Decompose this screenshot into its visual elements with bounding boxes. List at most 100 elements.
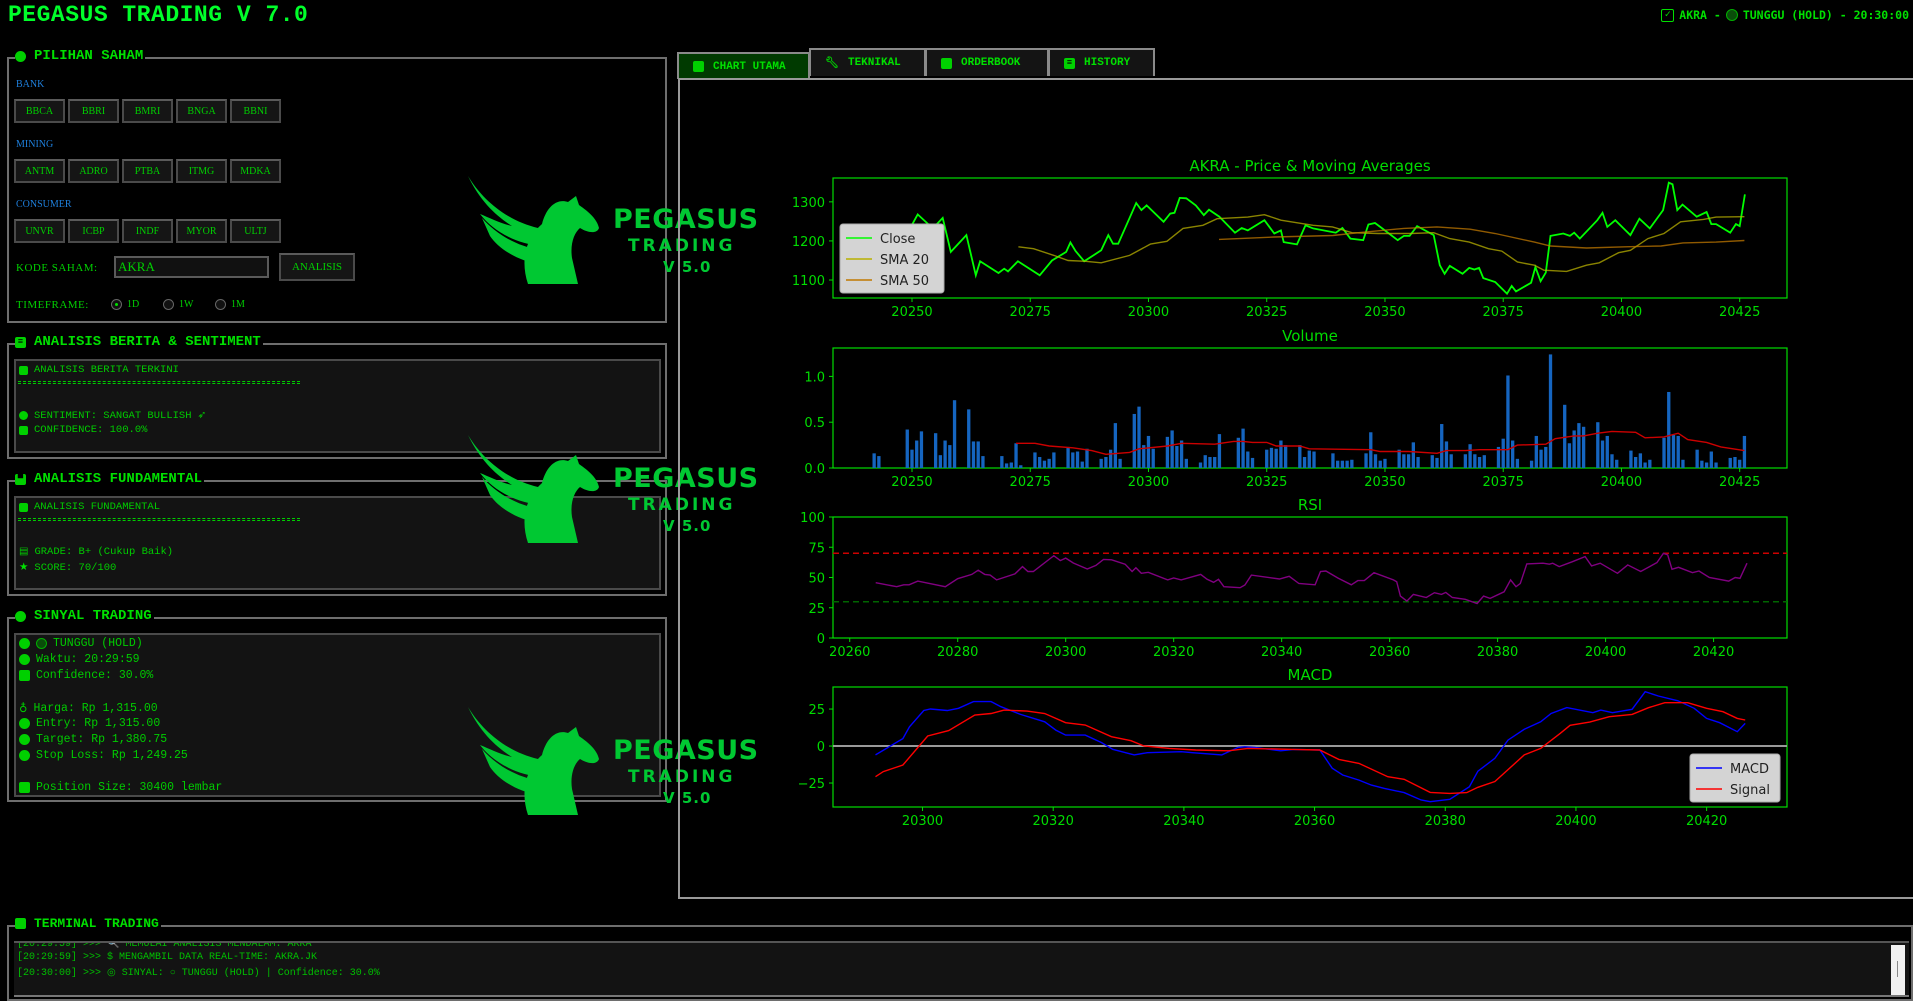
terminal-log[interactable]: [20:29:59] >>> 🔍 MEMULAI ANALISIS MENDAL… <box>14 941 1909 997</box>
stop-sign-icon <box>19 750 30 761</box>
volume-bar <box>1648 459 1652 468</box>
volume-bar <box>933 433 938 468</box>
volume-bar <box>1298 445 1302 468</box>
stock-button-bnga[interactable]: BNGA <box>176 99 227 123</box>
timeframe-radio-1w[interactable]: 1W <box>163 299 193 310</box>
volume-bar <box>1383 458 1387 468</box>
volume-bar <box>1662 437 1666 468</box>
stock-button-adro[interactable]: ADRO <box>68 159 119 183</box>
tab-history[interactable]: ≡ HISTORY <box>1048 48 1155 76</box>
volume-bar <box>1241 428 1245 468</box>
stock-button-antm[interactable]: ANTM <box>14 159 65 183</box>
volume-bar <box>1014 443 1018 468</box>
x-tick-label: 20275 <box>1010 475 1051 490</box>
stock-button-mdka[interactable]: MDKA <box>230 159 281 183</box>
stock-button-bmri[interactable]: BMRI <box>122 99 173 123</box>
volume-bar <box>1038 457 1042 468</box>
panel-title-text: ANALISIS BERITA & SENTIMENT <box>34 334 261 350</box>
sentiment-text: SENTIMENT: SANGAT BULLISH <box>34 409 192 422</box>
volume-bar <box>1605 435 1609 468</box>
stock-button-indf[interactable]: INDF <box>122 219 173 243</box>
panel-title: ▀ ANALISIS FUNDAMENTAL <box>15 471 205 487</box>
timeframe-radio-1d[interactable]: 1D <box>111 299 139 310</box>
x-tick-label: 20250 <box>891 475 932 490</box>
volume-bar <box>1738 459 1742 468</box>
confidence-text: Confidence: 30.0% <box>36 669 154 682</box>
tab-chart-utama[interactable]: CHART UTAMA <box>677 52 810 79</box>
wrench-icon: 🔧︎ <box>825 58 839 70</box>
stock-button-myor[interactable]: MYOR <box>176 219 227 243</box>
volume-bar <box>1009 462 1013 468</box>
chart-icon <box>19 782 30 793</box>
volume-bar <box>1132 413 1136 468</box>
stock-button-bbni[interactable]: BBNI <box>230 99 281 123</box>
stock-button-unvr[interactable]: UNVR <box>14 219 65 243</box>
plot-area <box>832 516 1788 639</box>
volume-bar <box>1671 435 1676 468</box>
log-line: [20:30:00] >>> ◎ SINYAL: ○ TUNGGU (HOLD)… <box>17 968 380 979</box>
volume-bar <box>1629 450 1633 468</box>
volume-bar <box>1402 454 1406 468</box>
volume-bar <box>1170 430 1174 468</box>
stock-button-ultj[interactable]: ULTJ <box>230 219 281 243</box>
sinyal-textbox[interactable]: TUNGGU (HOLD) Waktu: 20:29:59 Confidence… <box>14 633 661 797</box>
volume-bar <box>1615 459 1619 468</box>
tab-teknikal[interactable]: 🔧︎ TEKNIKAL <box>809 48 926 76</box>
volume-bar <box>1638 453 1643 468</box>
panel-title-text: TERMINAL TRADING <box>34 916 159 931</box>
stock-button-bbri[interactable]: BBRI <box>68 99 119 123</box>
y-tick-label: 1200 <box>792 235 825 250</box>
x-tick-label: 20400 <box>1585 645 1626 660</box>
chart-1: Volume 20250 20275 20300 20325 20350 20375 2040… <box>804 327 1788 490</box>
volume-bar <box>1563 404 1567 468</box>
terminal-scrollbar[interactable] <box>1891 945 1905 995</box>
volume-bar <box>1515 458 1520 468</box>
x-tick-label: 20350 <box>1364 305 1405 320</box>
volume-bar <box>943 440 947 468</box>
target-icon <box>19 734 30 745</box>
x-tick-label: 20340 <box>1163 814 1204 829</box>
chart-icon <box>941 57 952 69</box>
stock-button-icbp[interactable]: ICBP <box>68 219 119 243</box>
category-bank: BANK <box>16 79 45 90</box>
category-mining: MINING <box>16 139 54 150</box>
volume-bar <box>1600 440 1605 468</box>
legend-label: Signal <box>1730 783 1770 798</box>
x-tick-label: 20400 <box>1601 475 1642 490</box>
volume-bar <box>1019 465 1023 468</box>
volume-bar <box>1709 451 1713 468</box>
chart-panel: AKRA - Price & Moving Averages 20250 20275… <box>678 78 1913 899</box>
category-consumer: CONSUMER <box>16 199 72 210</box>
analisis-button[interactable]: ANALISIS <box>279 253 355 281</box>
volume-bar <box>1184 458 1188 468</box>
terminal-panel: TERMINAL TRADING [20:29:59] >>> 🔍 MEMULA… <box>7 916 1913 1001</box>
y-tick-label: 25 <box>808 703 825 718</box>
checkbox-icon: ✓ <box>1661 8 1675 22</box>
volume-bar <box>1633 457 1638 468</box>
stock-button-itmg[interactable]: ITMG <box>176 159 227 183</box>
status-symbol: AKRA - <box>1679 8 1721 22</box>
stock-button-bbca[interactable]: BBCA <box>14 99 65 123</box>
stock-button-ptba[interactable]: PTBA <box>122 159 173 183</box>
target-icon <box>15 610 26 622</box>
volume-bar <box>1676 435 1680 468</box>
timeframe-radio-1m[interactable]: 1M <box>215 299 245 310</box>
volume-bar <box>1179 440 1184 468</box>
tab-orderbook[interactable]: ORDERBOOK <box>925 48 1049 76</box>
clipboard-icon: ≡ <box>1064 57 1075 69</box>
volume-bar <box>952 400 957 468</box>
chart-3: MACD 20300 20320 20340 20360 20380 20400 20420 −… <box>798 666 1788 829</box>
x-tick-label: 20375 <box>1483 305 1524 320</box>
volume-bar <box>1213 457 1217 468</box>
y-tick-label: 1300 <box>792 196 825 211</box>
volume-bar <box>1104 457 1108 468</box>
fundamental-textbox[interactable]: ANALISIS FUNDAMENTAL ▤ GRADE: B+ (Cukup B… <box>14 496 661 590</box>
kode-saham-input[interactable]: AKRA <box>114 256 269 278</box>
volume-bar <box>1146 435 1151 468</box>
volume-bar <box>1274 448 1278 468</box>
volume-bar <box>1704 462 1709 468</box>
volume-bar <box>1033 452 1037 468</box>
chart-up-icon: ▤ <box>19 547 29 558</box>
berita-textbox[interactable]: ANALISIS BERITA TERKINI SENTIMENT: SANGA… <box>14 359 661 453</box>
volume-bar <box>1449 454 1453 468</box>
